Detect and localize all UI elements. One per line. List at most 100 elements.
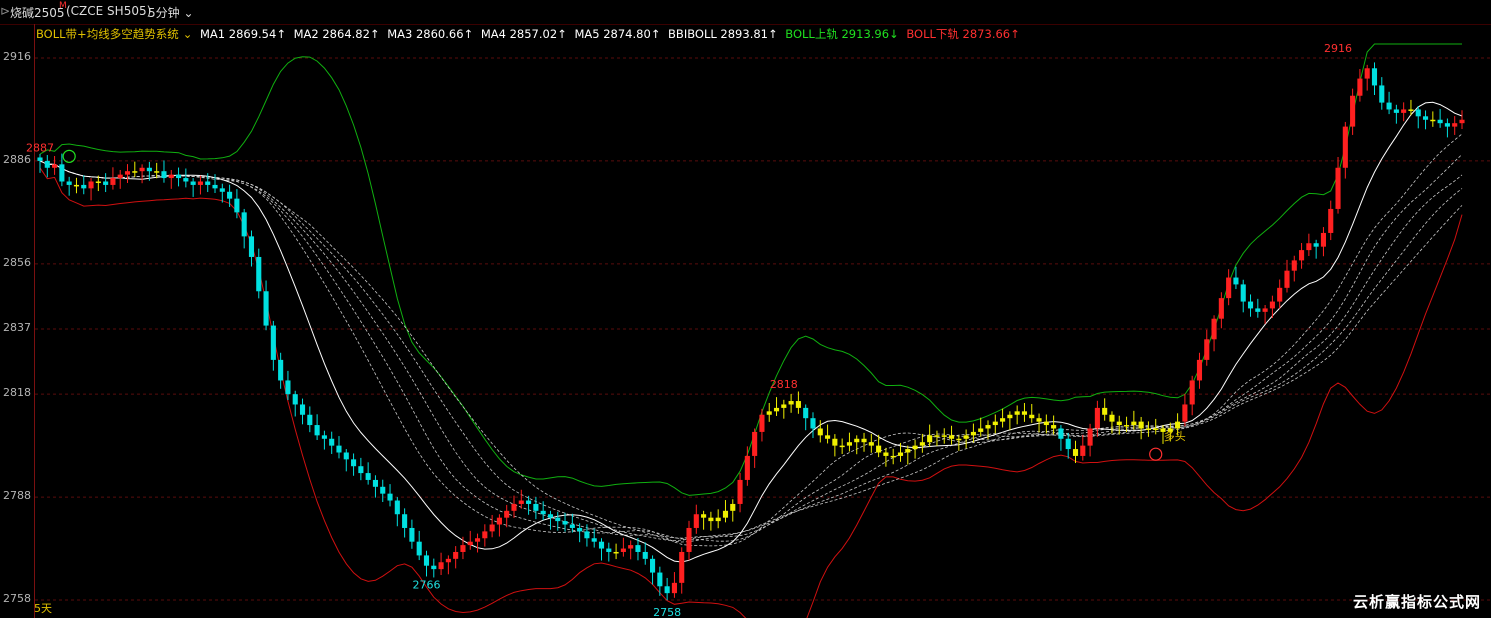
candle-body	[307, 414, 313, 426]
boll-upper-line	[39, 43, 1462, 496]
candle-body	[431, 565, 437, 570]
candle-body	[1087, 428, 1093, 446]
candle-body	[146, 167, 152, 172]
candle-body	[992, 421, 998, 426]
candle-body	[876, 445, 882, 453]
candle-body	[963, 435, 969, 439]
candle-body	[59, 164, 65, 182]
candle-body	[890, 455, 896, 458]
candle-body	[795, 401, 801, 408]
candle-body	[1459, 119, 1465, 124]
signal-circle-icon	[1149, 447, 1163, 461]
candle-body	[1029, 414, 1035, 419]
candle-body	[482, 531, 488, 539]
candle-body	[832, 438, 838, 446]
signal-label: 多头	[1164, 429, 1186, 443]
candle-body	[423, 555, 430, 566]
candle-body	[234, 198, 240, 213]
candle-body	[584, 531, 590, 539]
candle-body	[569, 524, 575, 528]
candle-body	[270, 325, 276, 360]
candle-body	[380, 486, 386, 494]
candle-body	[730, 503, 736, 511]
candle-body	[788, 401, 794, 405]
candle-body	[1371, 68, 1378, 86]
bbiboll-line	[39, 101, 1463, 563]
candle-body	[154, 171, 160, 173]
candle-body	[1364, 68, 1370, 79]
candle-body	[248, 236, 255, 257]
candle-body	[504, 510, 510, 518]
candle-body	[934, 435, 940, 437]
candle-body	[95, 181, 101, 183]
candle-body	[1182, 404, 1188, 422]
candle-body	[1277, 287, 1283, 302]
candle-body	[460, 545, 466, 552]
candle-body	[591, 538, 597, 542]
candle-body	[329, 438, 335, 446]
candle-body	[825, 435, 831, 439]
price-annotation: 2916	[1324, 42, 1352, 55]
candle-body	[467, 541, 473, 546]
candle-body	[161, 171, 167, 179]
candle-body	[635, 545, 641, 552]
candle-body	[351, 459, 357, 467]
ma-line-4	[39, 160, 1463, 542]
candle-body	[1072, 449, 1079, 456]
candle-body	[1393, 109, 1399, 113]
candle-body	[292, 394, 298, 405]
candle-body	[212, 184, 218, 189]
candle-body	[1291, 260, 1297, 271]
candle-body	[44, 160, 50, 168]
candle-body	[1014, 411, 1020, 415]
candle-body	[489, 524, 495, 532]
candle-body	[897, 452, 904, 456]
candle-body	[321, 435, 327, 439]
candle-body	[912, 445, 918, 450]
candle-body	[314, 425, 320, 436]
candle-body	[1444, 123, 1450, 127]
candle-body	[1401, 109, 1407, 113]
candle-body	[948, 435, 955, 439]
candlestick-chart[interactable]: 2887 2766 2758 2818 2916 多头	[0, 0, 1491, 618]
candle-body	[241, 212, 247, 237]
price-annotation: 2887	[26, 141, 54, 154]
candle-body	[752, 431, 758, 456]
candle-body	[474, 538, 481, 542]
candle-body	[394, 500, 400, 515]
candle-body	[1437, 119, 1443, 124]
candle-body	[518, 500, 524, 504]
candle-body	[1109, 414, 1115, 422]
candle-body	[1094, 407, 1100, 429]
candle-body	[1043, 421, 1049, 426]
candle-body	[1065, 438, 1071, 450]
candle-body	[817, 428, 823, 436]
candle-body	[1058, 428, 1064, 439]
candle-body	[970, 431, 976, 436]
candle-body	[496, 517, 502, 525]
candle-body	[285, 380, 291, 395]
candle-body	[387, 493, 393, 501]
candle-body	[132, 171, 138, 173]
candle-body	[117, 174, 123, 179]
candle-body	[1306, 243, 1312, 251]
candle-body	[1342, 126, 1348, 168]
candle-body	[409, 527, 415, 542]
candle-body	[927, 435, 933, 443]
candle-body	[402, 514, 408, 528]
candle-body	[416, 541, 422, 556]
watermark: 云析赢指标公式网	[1352, 593, 1481, 611]
candle-body	[1124, 425, 1130, 427]
candle-body	[263, 291, 269, 326]
candle-body	[526, 500, 532, 504]
candle-body	[547, 514, 554, 518]
candle-body	[358, 466, 364, 474]
candle-body	[1269, 301, 1275, 309]
candle-body	[1415, 109, 1421, 117]
candle-body	[37, 157, 43, 161]
candle-body	[737, 479, 743, 504]
ma-line-1	[39, 133, 1463, 547]
candle-body	[103, 181, 109, 185]
candle-body	[1051, 425, 1057, 429]
candle-body	[956, 438, 962, 441]
